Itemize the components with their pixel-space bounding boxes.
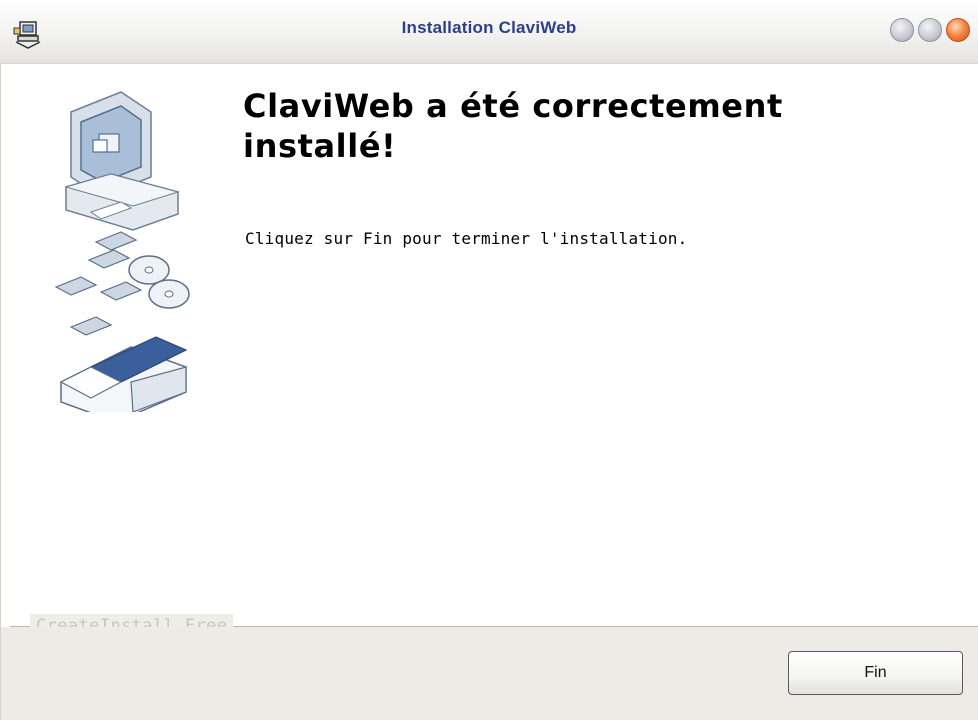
instruction-text: Cliquez sur Fin pour terminer l'installa…	[245, 229, 688, 248]
title-bar[interactable]: Installation ClaviWeb	[0, 0, 978, 64]
computer-disks-box-illustration	[54, 91, 190, 412]
minimize-icon[interactable]	[890, 18, 914, 42]
window-title: Installation ClaviWeb	[401, 18, 577, 37]
maximize-icon[interactable]	[918, 18, 942, 42]
close-icon[interactable]	[946, 18, 970, 42]
footer-bar: Fin	[0, 627, 978, 720]
page-title: ClaviWeb a été correctement installé!	[243, 87, 783, 165]
wizard-content: ClaviWeb a été correctement installé! Cl…	[0, 64, 978, 627]
finish-button[interactable]: Fin	[788, 651, 963, 695]
